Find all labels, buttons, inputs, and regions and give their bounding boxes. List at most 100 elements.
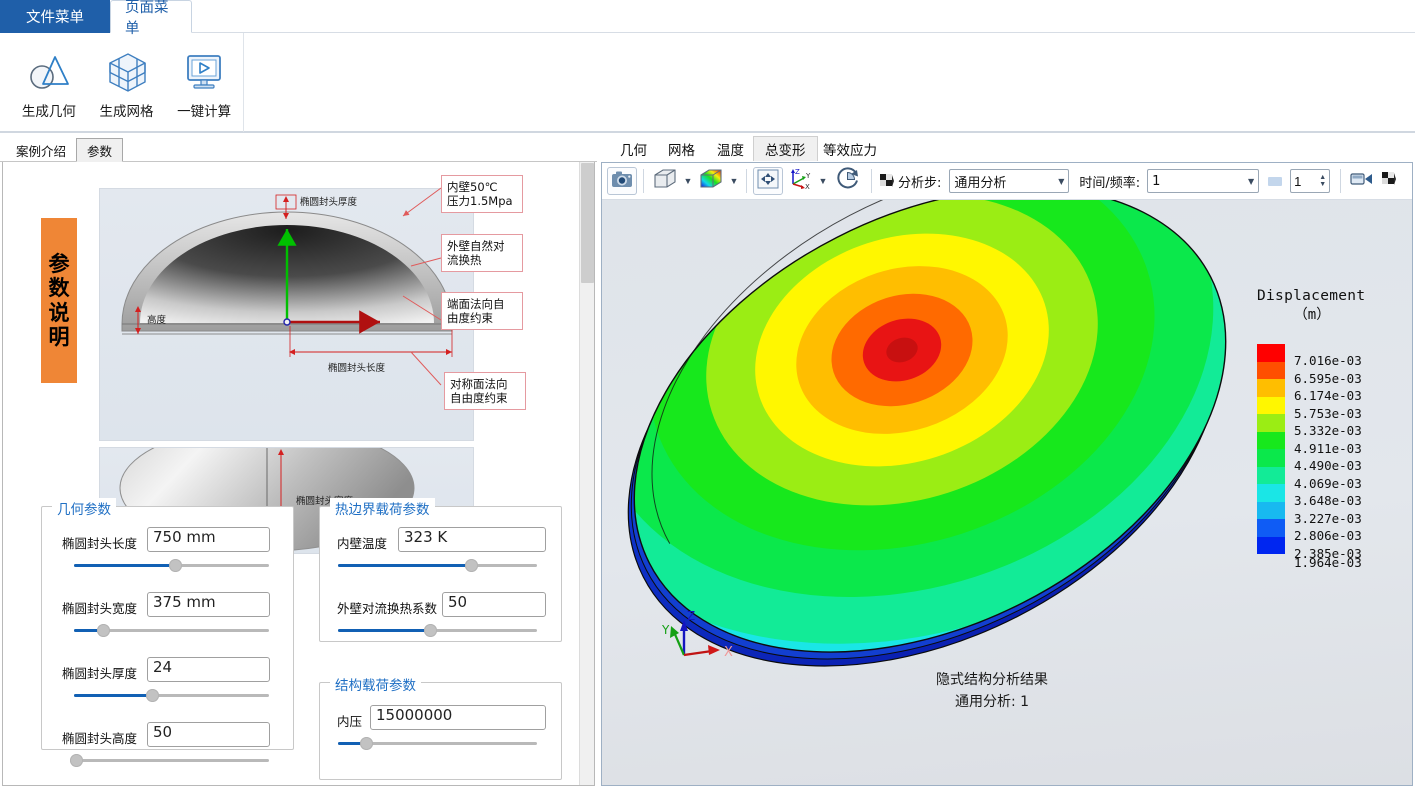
param-slider-head-height[interactable] xyxy=(69,753,269,767)
param-input-head-length[interactable]: 750 mm xyxy=(147,527,270,552)
ribbon-tab-file[interactable]: 文件菜单 xyxy=(0,0,110,33)
camera-icon xyxy=(611,170,633,193)
tab-equivalent-stress[interactable]: 等效应力 xyxy=(812,136,888,161)
annotation-outer-convection: 外壁自然对 流换热 xyxy=(441,234,523,273)
viewport-3d[interactable]: Displacement （m） 7.016e-03 6.595e-03 6.1… xyxy=(602,200,1412,785)
thermal-load-params-group: 热边界载荷参数 内壁温度 323 K 外壁对流换热系数 50 xyxy=(319,498,562,642)
tab-case-intro[interactable]: 案例介绍 xyxy=(6,138,76,162)
param-slider-internal-pressure[interactable] xyxy=(338,736,537,750)
slider-knob[interactable] xyxy=(97,624,111,637)
legend-value: 7.016e-03 xyxy=(1294,353,1362,369)
slider-knob[interactable] xyxy=(69,754,83,767)
param-input-head-width[interactable]: 375 mm xyxy=(147,592,270,617)
ribbon-tab-page[interactable]: 页面菜单 xyxy=(110,0,192,37)
stepper-arrows-icon[interactable]: ▲ ▼ xyxy=(1319,174,1326,188)
legend-swatch xyxy=(1257,396,1285,414)
param-slider-head-width[interactable] xyxy=(74,623,269,637)
ribbon-group-main: 生成几何 生成网格 一键计算 xyxy=(4,33,244,132)
tab-geometry-label: 几何 xyxy=(620,142,647,159)
param-input-head-height[interactable]: 50 xyxy=(147,722,270,747)
param-slider-inner-temp[interactable] xyxy=(338,558,537,572)
body-display-dropdown-chevron-down-icon[interactable]: ▼ xyxy=(682,168,694,194)
one-click-compute-button[interactable]: 一键计算 xyxy=(165,41,243,127)
generate-mesh-button[interactable]: 生成网格 xyxy=(88,41,166,127)
video-camera-icon xyxy=(1350,171,1374,192)
left-panel-scrollbar[interactable] xyxy=(579,162,594,785)
param-label-inner-temp: 内壁温度 xyxy=(337,536,388,551)
tab-total-deformation[interactable]: 总变形 xyxy=(753,136,818,161)
legend-swatch xyxy=(1257,344,1285,362)
param-input-convection-coef[interactable]: 50 xyxy=(442,592,546,617)
time-frequency-select[interactable]: 1 ▼ xyxy=(1147,169,1260,193)
param-input-internal-pressure[interactable]: 15000000 xyxy=(370,705,546,730)
legend-value: 6.174e-03 xyxy=(1294,388,1362,404)
generate-geometry-label: 生成几何 xyxy=(21,104,76,119)
animation-record-button[interactable] xyxy=(1347,167,1377,195)
screenshot-button[interactable] xyxy=(607,167,637,195)
next-frame-button[interactable] xyxy=(1379,167,1399,195)
tab-temperature-label: 温度 xyxy=(717,142,744,159)
legend-value: 5.332e-03 xyxy=(1294,423,1362,439)
legend-row: 7.016e-03 xyxy=(1257,344,1402,368)
param-input-inner-temp[interactable]: 323 K xyxy=(398,527,546,552)
frame-indicator-swatch xyxy=(1268,176,1283,186)
legend-swatch xyxy=(1257,484,1285,502)
tab-temperature[interactable]: 温度 xyxy=(706,136,755,161)
legend-value: 4.069e-03 xyxy=(1294,475,1362,491)
parameter-description-banner: 参 数 说 明 xyxy=(41,218,77,383)
tab-geometry[interactable]: 几何 xyxy=(609,136,658,161)
banner-char-3: 说 xyxy=(48,300,70,325)
tab-mesh-label: 网格 xyxy=(668,142,695,159)
param-slider-head-thickness[interactable] xyxy=(74,688,269,702)
tab-parameters[interactable]: 参数 xyxy=(76,138,124,162)
axis-triad-button[interactable]: Z Y X xyxy=(785,167,815,195)
rotate-view-icon xyxy=(835,166,861,196)
banner-char-1: 参 xyxy=(48,252,70,277)
head-section-view: 椭圆封头厚度 高度 椭圆封头长度 xyxy=(99,188,474,441)
ribbon-tab-file-label: 文件菜单 xyxy=(26,10,84,26)
tab-total-deformation-label: 总变形 xyxy=(765,143,806,159)
param-slider-convection-coef[interactable] xyxy=(338,623,537,637)
contour-cube-icon xyxy=(699,168,723,195)
caption-line-2: 通用分析: 1 xyxy=(954,693,1030,710)
generate-geometry-button[interactable]: 生成几何 xyxy=(10,41,88,127)
axis-label-z: Z xyxy=(687,609,695,623)
param-label-head-height: 椭圆封头高度 xyxy=(62,731,138,746)
toolbar-separator-1 xyxy=(643,169,644,193)
analysis-step-select[interactable]: 通用分析 ▼ xyxy=(949,169,1070,193)
slider-fill xyxy=(74,694,152,697)
param-slider-head-length[interactable] xyxy=(74,558,269,572)
time-frequency-label: 时间/频率: xyxy=(1079,175,1141,191)
legend-value: 1.964e-03 xyxy=(1294,554,1362,570)
legend-entries: 7.016e-03 6.595e-03 6.174e-03 5.753e-03 … xyxy=(1257,344,1402,570)
annotation-symmetry-line2: 自由度约束 xyxy=(450,391,508,406)
contour-display-dropdown-chevron-down-icon[interactable]: ▼ xyxy=(728,168,740,194)
legend-swatch xyxy=(1257,449,1285,467)
tab-mesh[interactable]: 网格 xyxy=(657,136,706,161)
left-panel-scroll-thumb[interactable] xyxy=(581,163,594,283)
tab-parameters-label: 参数 xyxy=(87,144,113,159)
contour-display-button[interactable] xyxy=(696,167,726,195)
slider-knob[interactable] xyxy=(359,737,373,750)
param-input-head-thickness[interactable]: 24 xyxy=(147,657,270,682)
diagram-label-thickness: 椭圆封头厚度 xyxy=(300,196,358,208)
legend-value: 5.753e-03 xyxy=(1294,405,1362,421)
slider-knob[interactable] xyxy=(169,559,183,572)
viewer-container: ▼ ▼ Z Y X ▼ 分析步: 通用分析 ▼ 时间/频率: 1 ▼ 1 ▲ ▼… xyxy=(601,162,1413,786)
frame-number-stepper[interactable]: 1 ▲ ▼ xyxy=(1290,169,1331,193)
mesh-cube-icon xyxy=(104,48,150,96)
analysis-step-label: 分析步: xyxy=(898,175,942,191)
body-display-button[interactable] xyxy=(650,167,680,195)
run-monitor-icon xyxy=(181,48,227,96)
diagram-label-length: 椭圆封头长度 xyxy=(328,362,386,374)
axis-triad-dropdown-chevron-down-icon[interactable]: ▼ xyxy=(817,168,829,194)
axis-triad-icon: Z Y X xyxy=(785,168,815,195)
legend-title: Displacement xyxy=(1257,288,1366,304)
slider-knob[interactable] xyxy=(146,689,159,702)
slider-knob[interactable] xyxy=(465,559,479,572)
slider-knob[interactable] xyxy=(423,624,437,637)
legend-swatch xyxy=(1257,545,1285,563)
ribbon-tab-page-label: 页面菜单 xyxy=(125,0,169,37)
pan-button[interactable] xyxy=(753,167,783,195)
rotate-view-button[interactable] xyxy=(831,166,865,196)
